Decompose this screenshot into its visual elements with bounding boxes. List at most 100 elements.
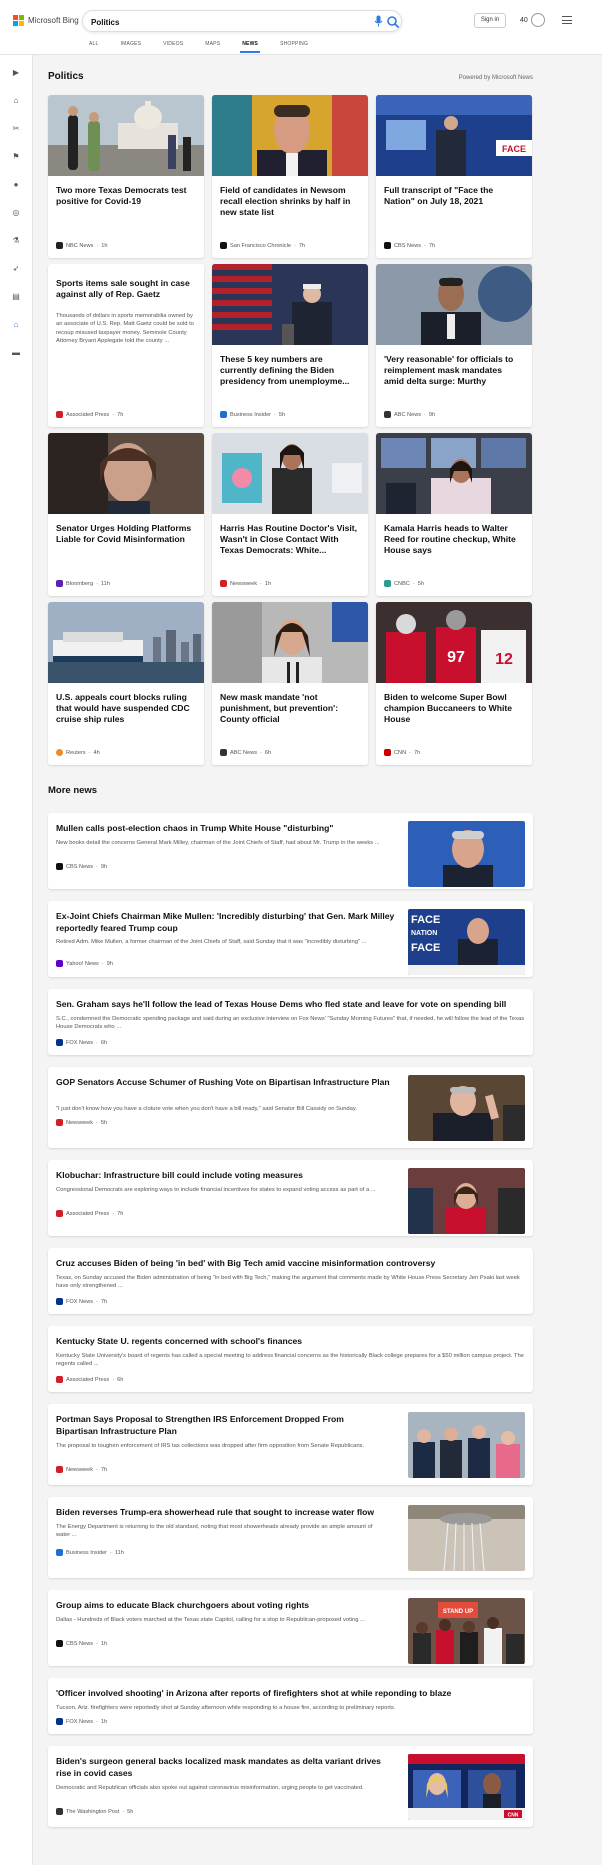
item-snippet: Dallas - Hundreds of Black voters marche… xyxy=(56,1617,365,1623)
harris-photo xyxy=(212,433,368,514)
item-title[interactable]: Group aims to educate Black churchgoers … xyxy=(56,1600,396,1612)
source-logo-icon xyxy=(56,749,63,756)
item-snippet: "I just don't know how you have a clotur… xyxy=(56,1106,357,1112)
powered-by[interactable]: Powered by Microsoft News xyxy=(459,75,533,81)
tab-news[interactable]: NEWS xyxy=(240,41,260,53)
film-icon[interactable]: ▤ xyxy=(8,289,24,305)
location-icon[interactable]: ● xyxy=(8,177,24,193)
item-title[interactable]: Klobuchar: Infrastructure bill could inc… xyxy=(56,1170,401,1182)
tab-maps[interactable]: MAPS xyxy=(205,41,220,52)
news-card[interactable]: Two more Texas Democrats test positive f… xyxy=(48,95,204,258)
news-list-item[interactable]: Biden's surgeon general backs localized … xyxy=(48,1746,533,1827)
item-snippet: Texas, on Sunday accused the Biden admin… xyxy=(56,1275,520,1290)
search-input[interactable] xyxy=(91,15,361,29)
card-title[interactable]: Full transcript of "Face the Nation" on … xyxy=(384,185,524,207)
news-card[interactable]: Kamala Harris heads to Walter Reed for r… xyxy=(376,433,532,596)
item-source: CBS News · 9h xyxy=(56,863,107,870)
card-title[interactable]: These 5 key numbers are currently defini… xyxy=(220,354,360,387)
rocket-icon[interactable]: ➶ xyxy=(8,261,24,277)
news-card[interactable]: 97 12 Biden to welcome Super Bowl champio… xyxy=(376,602,532,765)
klobuchar-photo xyxy=(48,433,204,514)
news-card[interactable]: Senator Urges Holding Platforms Liable f… xyxy=(48,433,204,596)
news-list-item[interactable]: Ex-Joint Chiefs Chairman Mike Mullen: 'I… xyxy=(48,901,533,977)
svg-text:12: 12 xyxy=(495,651,513,668)
news-card[interactable]: These 5 key numbers are currently defini… xyxy=(212,264,368,427)
card-title[interactable]: U.S. appeals court blocks ruling that wo… xyxy=(56,692,196,725)
card-source: ABC News · 9h xyxy=(384,411,435,418)
harris-briefing-photo xyxy=(376,433,532,514)
sign-in-button[interactable]: Sign in xyxy=(474,13,506,28)
tab-videos[interactable]: VIDEOS xyxy=(163,41,183,52)
source-logo-icon xyxy=(56,863,63,870)
search-box[interactable] xyxy=(82,10,402,32)
card-title[interactable]: New mask mandate 'not punishment, but pr… xyxy=(220,692,360,725)
news-card[interactable]: FACE Full transcript of "Face the Nation… xyxy=(376,95,532,258)
newsom-photo xyxy=(212,95,368,176)
card-source: NBC News · 1h xyxy=(56,242,107,249)
item-title[interactable]: GOP Senators Accuse Schumer of Rushing V… xyxy=(56,1077,396,1089)
politics-icon[interactable]: ⌂ xyxy=(8,317,24,333)
menu-icon[interactable] xyxy=(562,16,572,24)
microphone-icon[interactable] xyxy=(371,15,385,29)
globe-icon[interactable]: ◎ xyxy=(8,205,24,221)
card-source: Bloomberg · 11h xyxy=(56,580,110,587)
item-title[interactable]: Cruz accuses Biden of being 'in bed' wit… xyxy=(56,1258,526,1270)
card-source: CNBC · 5h xyxy=(384,580,424,587)
news-card[interactable]: Field of candidates in Newsom recall ele… xyxy=(212,95,368,258)
item-title[interactable]: Mullen calls post-election chaos in Trum… xyxy=(56,823,396,835)
news-card[interactable]: New mask mandate 'not punishment, but pr… xyxy=(212,602,368,765)
card-title[interactable]: Senator Urges Holding Platforms Liable f… xyxy=(56,523,196,545)
source-logo-icon xyxy=(384,580,391,587)
item-title[interactable]: Ex-Joint Chiefs Chairman Mike Mullen: 'I… xyxy=(56,911,401,934)
tab-shopping[interactable]: SHOPPING xyxy=(280,41,308,52)
showerhead-thumbnail xyxy=(408,1505,525,1571)
science-icon[interactable]: ⚗ xyxy=(8,233,24,249)
card-title[interactable]: Field of candidates in Newsom recall ele… xyxy=(220,185,360,218)
card-title[interactable]: 'Very reasonable' for officials to reimp… xyxy=(384,354,524,387)
news-list-item[interactable]: Biden reverses Trump-era showerhead rule… xyxy=(48,1497,533,1578)
search-icon[interactable] xyxy=(386,14,400,30)
news-list-item[interactable]: Cruz accuses Biden of being 'in bed' wit… xyxy=(48,1248,533,1314)
item-source: FOX News · 7h xyxy=(56,1298,107,1305)
news-list-item[interactable]: Mullen calls post-election chaos in Trum… xyxy=(48,813,533,889)
news-card[interactable]: U.S. appeals court blocks ruling that wo… xyxy=(48,602,204,765)
card-source: ABC News · 6h xyxy=(220,749,271,756)
item-title[interactable]: Biden's surgeon general backs localized … xyxy=(56,1756,386,1779)
source-logo-icon xyxy=(56,1718,63,1725)
home-icon[interactable]: ⌂ xyxy=(8,93,24,109)
source-logo-icon xyxy=(56,1298,63,1305)
news-list-item[interactable]: Klobuchar: Infrastructure bill could inc… xyxy=(48,1160,533,1236)
tab-images[interactable]: IMAGES xyxy=(121,41,142,52)
news-card[interactable]: Harris Has Routine Doctor's Visit, Wasn'… xyxy=(212,433,368,596)
card-title[interactable]: Harris Has Routine Doctor's Visit, Wasn'… xyxy=(220,523,360,556)
flag-icon[interactable]: ⚑ xyxy=(8,149,24,165)
news-list-item[interactable]: Portman Says Proposal to Strengthen IRS … xyxy=(48,1404,533,1485)
news-list-item[interactable]: Kentucky State U. regents concerned with… xyxy=(48,1326,533,1392)
card-title[interactable]: Sports items sale sought in case against… xyxy=(56,278,196,300)
tools-icon[interactable]: ✂ xyxy=(8,121,24,137)
news-list-item[interactable]: Group aims to educate Black churchgoers … xyxy=(48,1590,533,1666)
expand-sidebar-icon[interactable]: ▶ xyxy=(8,65,24,81)
source-logo-icon xyxy=(384,411,391,418)
news-card[interactable]: Sports items sale sought in case against… xyxy=(48,264,204,427)
item-title[interactable]: Sen. Graham says he'll follow the lead o… xyxy=(56,999,526,1011)
card-title[interactable]: Biden to welcome Super Bowl champion Buc… xyxy=(384,692,524,725)
card-title[interactable]: Two more Texas Democrats test positive f… xyxy=(56,185,196,207)
news-list-item[interactable]: Sen. Graham says he'll follow the lead o… xyxy=(48,989,533,1055)
item-title[interactable]: Kentucky State U. regents concerned with… xyxy=(56,1336,526,1348)
item-snippet: The proposal to toughen enforcement of I… xyxy=(56,1443,365,1449)
news-card[interactable]: 'Very reasonable' for officials to reimp… xyxy=(376,264,532,427)
item-title[interactable]: Biden reverses Trump-era showerhead rule… xyxy=(56,1507,396,1519)
tab-all[interactable]: ALL xyxy=(89,41,99,52)
rewards-button[interactable]: 40 xyxy=(520,13,545,27)
money-icon[interactable]: ▬ xyxy=(8,345,24,361)
bing-logo[interactable]: Microsoft Bing xyxy=(13,15,79,26)
news-list-item[interactable]: 'Officer involved shooting' in Arizona a… xyxy=(48,1678,533,1734)
microsoft-logo-icon xyxy=(13,15,24,26)
item-title[interactable]: 'Officer involved shooting' in Arizona a… xyxy=(56,1688,526,1700)
news-list-item[interactable]: GOP Senators Accuse Schumer of Rushing V… xyxy=(48,1067,533,1148)
item-snippet: Kentucky State University's board of reg… xyxy=(56,1353,524,1368)
item-source: Newsweek · 7h xyxy=(56,1466,107,1473)
item-title[interactable]: Portman Says Proposal to Strengthen IRS … xyxy=(56,1414,371,1437)
card-title[interactable]: Kamala Harris heads to Walter Reed for r… xyxy=(384,523,524,556)
